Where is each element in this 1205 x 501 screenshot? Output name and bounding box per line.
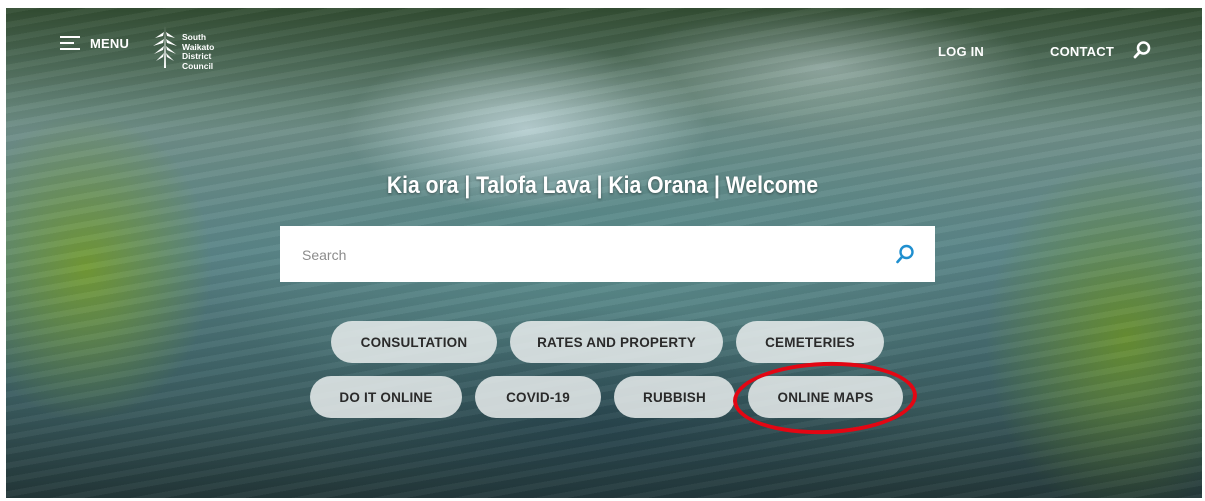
quick-link-covid-19[interactable]: COVID-19 — [475, 376, 601, 418]
contact-link[interactable]: CONTACT — [1050, 44, 1114, 59]
quick-link-cemeteries[interactable]: CEMETERIES — [736, 321, 884, 363]
login-link[interactable]: LOG IN — [938, 44, 984, 59]
menu-label: MENU — [90, 35, 130, 51]
quick-link-rates-and-property[interactable]: RATES AND PROPERTY — [510, 321, 723, 363]
quick-link-do-it-online[interactable]: DO IT ONLINE — [310, 376, 462, 418]
menu-button[interactable]: MENU — [60, 35, 129, 51]
hamburger-icon — [60, 35, 80, 51]
search-icon[interactable] — [1132, 40, 1152, 60]
fern-logo-icon — [153, 26, 177, 68]
welcome-heading: Kia ora | Talofa Lava | Kia Orana | Welc… — [386, 172, 819, 199]
search-submit-icon[interactable] — [894, 243, 916, 265]
council-logo[interactable]: South Waikato District Council — [152, 24, 214, 71]
logo-text: South Waikato District Council — [182, 32, 215, 71]
search-input[interactable] — [300, 244, 864, 266]
search-bar — [280, 226, 935, 282]
quick-link-consultation[interactable]: CONSULTATION — [331, 321, 497, 363]
quick-link-rubbish[interactable]: RUBBISH — [614, 376, 735, 418]
